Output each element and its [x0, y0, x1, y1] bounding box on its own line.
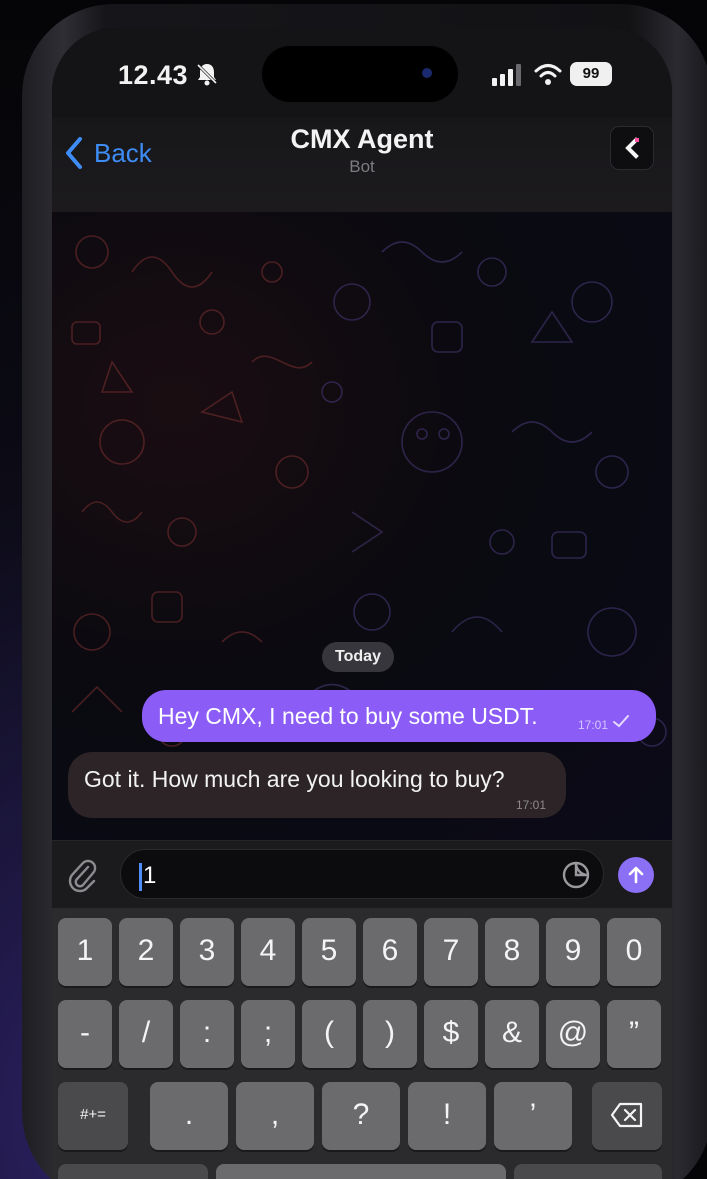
read-check-icon [613, 715, 629, 728]
chat-header: Back CMX Agent Bot [52, 118, 672, 212]
bot-avatar[interactable] [610, 126, 654, 170]
message-composer: 1 [52, 840, 672, 908]
key-more-symbols[interactable]: #+= [58, 1082, 128, 1150]
message-time: 17:01 [578, 718, 609, 732]
arrow-up-icon [628, 866, 644, 884]
key-4[interactable]: 4 [241, 918, 295, 986]
key-colon[interactable]: : [180, 1000, 234, 1068]
message-input-value: 1 [139, 862, 156, 891]
key-5[interactable]: 5 [302, 918, 356, 986]
key-at[interactable]: @ [546, 1000, 600, 1068]
backspace-icon [610, 1102, 643, 1128]
chat-message-list[interactable]: Today Hey CMX, I need to buy some USDT. … [52, 212, 672, 852]
text-caret [139, 862, 142, 891]
message-bubble-outgoing[interactable]: Hey CMX, I need to buy some USDT. 17:01 [142, 690, 656, 742]
key-open-paren[interactable]: ( [302, 1000, 356, 1068]
back-label: Back [94, 137, 152, 168]
wifi-icon [534, 64, 562, 85]
sticker-icon[interactable] [561, 860, 591, 890]
date-separator: Today [322, 642, 394, 672]
chevron-left-icon [66, 137, 82, 169]
message-input[interactable]: 1 [120, 849, 604, 899]
message-input-text: 1 [143, 862, 157, 889]
key-slash[interactable]: / [119, 1000, 173, 1068]
key-1[interactable]: 1 [58, 918, 112, 986]
backspace-key[interactable] [592, 1082, 662, 1150]
status-time: 12.43 [118, 60, 189, 90]
message-text: Hey CMX, I need to buy some USDT. [158, 703, 538, 729]
key-3[interactable]: 3 [180, 918, 234, 986]
key-2[interactable]: 2 [119, 918, 173, 986]
chat-title: CMX Agent [290, 124, 434, 154]
battery-indicator: 99 [570, 62, 612, 86]
message-text: Got it. How much are you looking to buy? [84, 766, 505, 792]
numeric-keyboard: 1 2 3 4 5 6 7 8 9 0 - / : ; ( ) $ & @ ” … [52, 908, 672, 1179]
key-question[interactable]: ? [322, 1082, 400, 1150]
key-6[interactable]: 6 [363, 918, 417, 986]
key-ampersand[interactable]: & [485, 1000, 539, 1068]
camera-dot [422, 68, 432, 78]
send-button[interactable] [618, 857, 654, 893]
key-period[interactable]: . [150, 1082, 228, 1150]
cellular-signal-icon [492, 64, 521, 86]
phone-screen: 12.43 99 Back CMX Agent Bot Today Hey CM… [52, 28, 672, 1179]
key-comma[interactable]: , [236, 1082, 314, 1150]
space-key[interactable] [216, 1164, 506, 1179]
cmx-logo-icon [625, 137, 639, 159]
key-hyphen[interactable]: - [58, 1000, 112, 1068]
key-7[interactable]: 7 [424, 918, 478, 986]
back-button[interactable]: Back [62, 128, 152, 178]
key-apostrophe[interactable]: ’ [494, 1082, 572, 1150]
message-time: 17:01 [515, 798, 546, 812]
chat-subtitle: Bot [349, 157, 375, 176]
key-8[interactable]: 8 [485, 918, 539, 986]
key-close-paren[interactable]: ) [363, 1000, 417, 1068]
paperclip-icon[interactable] [68, 857, 98, 893]
bell-muted-icon [196, 63, 218, 86]
message-bubble-incoming[interactable]: Got it. How much are you looking to buy?… [68, 752, 566, 818]
key-9[interactable]: 9 [546, 918, 600, 986]
key-quote[interactable]: ” [607, 1000, 661, 1068]
key-abc[interactable] [58, 1164, 208, 1179]
key-0[interactable]: 0 [607, 918, 661, 986]
key-dollar[interactable]: $ [424, 1000, 478, 1068]
return-key[interactable] [514, 1164, 662, 1179]
status-bar: 12.43 99 [52, 28, 672, 118]
chat-title-group[interactable]: CMX Agent Bot [202, 118, 522, 177]
key-exclamation[interactable]: ! [408, 1082, 486, 1150]
key-semicolon[interactable]: ; [241, 1000, 295, 1068]
